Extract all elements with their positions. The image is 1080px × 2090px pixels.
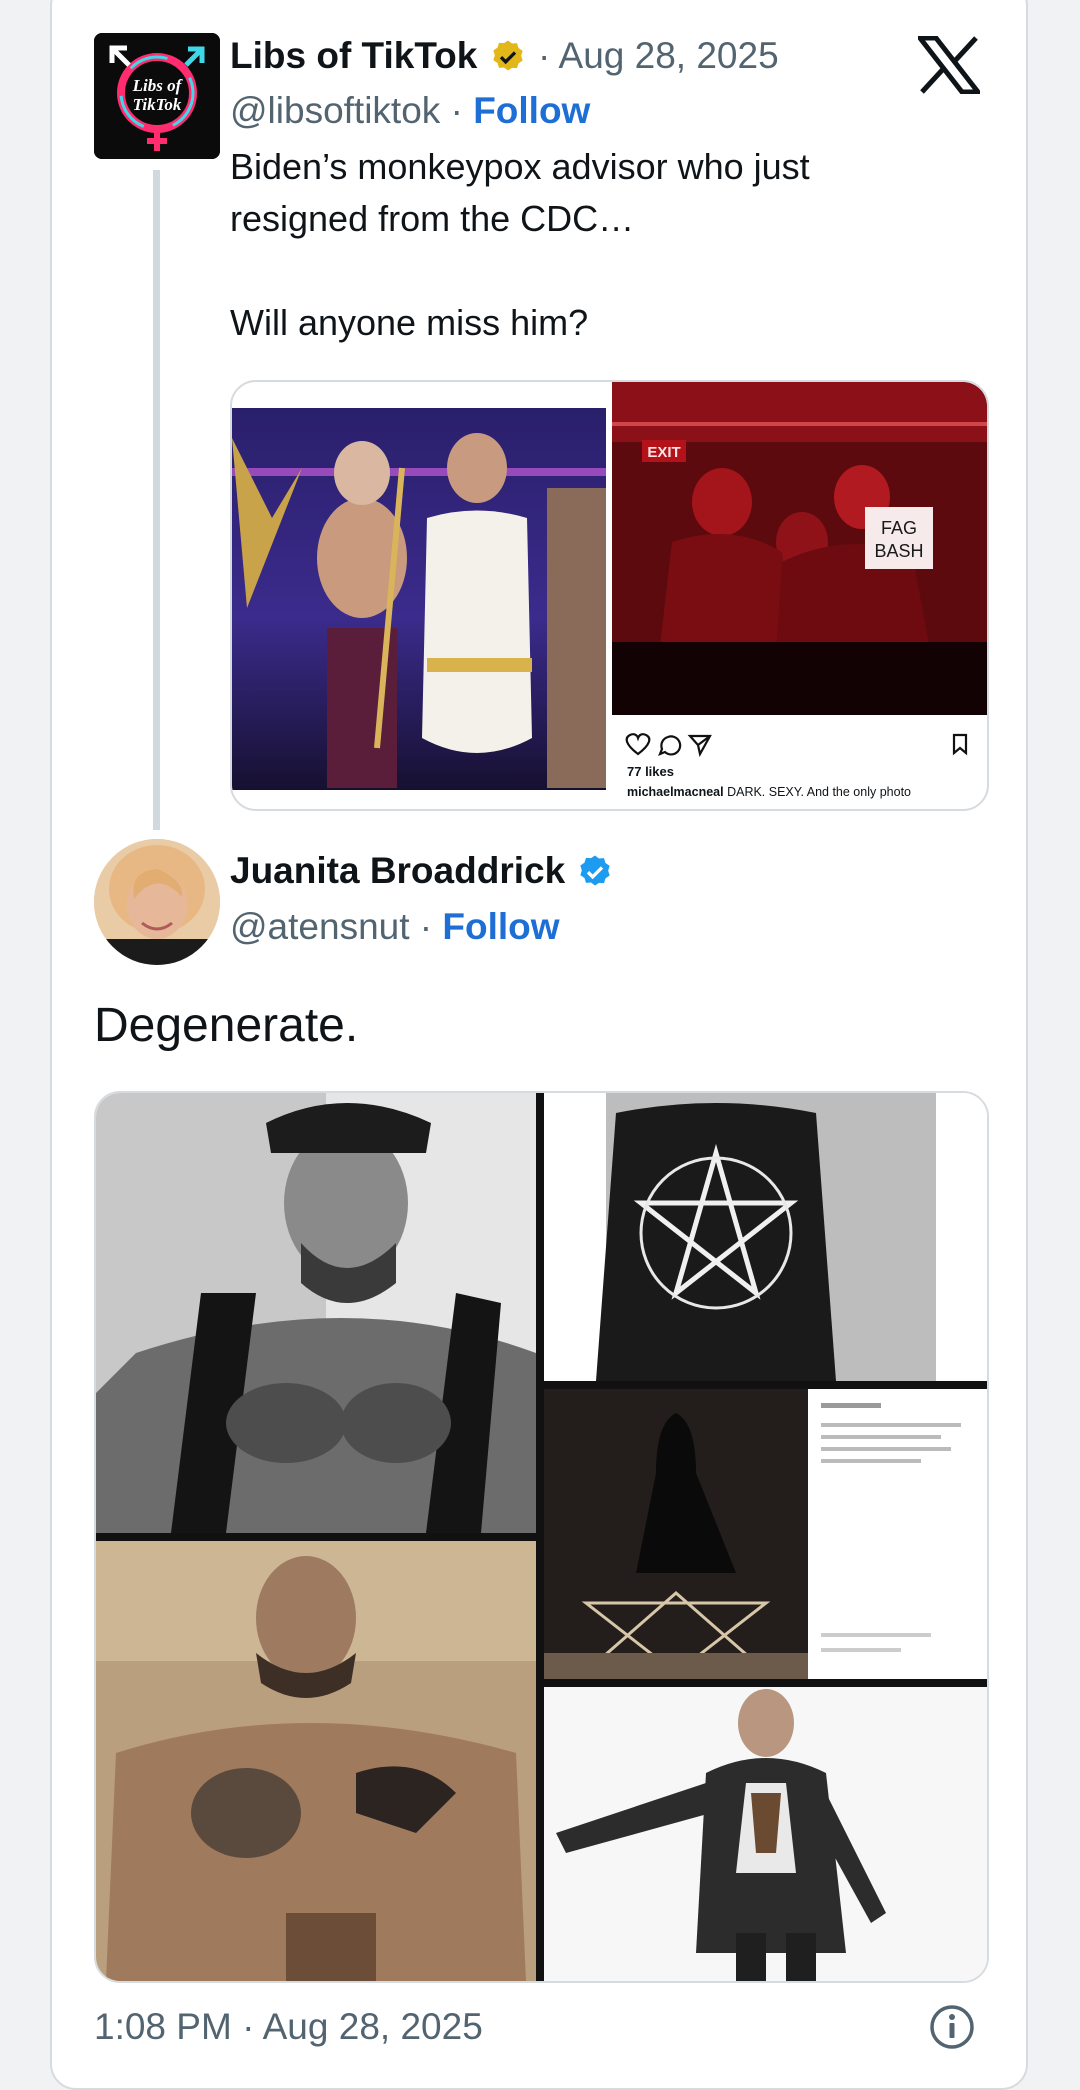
reply-tweet-header: Juanita Broaddrick [230,850,615,893]
info-icon[interactable] [929,2004,975,2050]
reply-follow-separator: · [419,906,433,947]
verified-gold-badge-icon [492,40,523,71]
reply-tweet-subheader: @atensnut · Follow [230,906,560,948]
post-caption: michaelmacneal DARK. SEXY. And the only … [627,785,911,799]
comment-icon [658,735,682,756]
reply-author-name[interactable]: Juanita Broaddrick [230,850,565,891]
post-date[interactable]: Aug 28, 2025 [559,35,779,76]
follow-separator: · [450,90,463,131]
thread-connector-line [153,170,160,830]
reply-follow-button[interactable]: Follow [442,906,559,947]
collage-photo-top-left [96,1093,536,1533]
red-club-photo: EXIT FAG BASH [612,382,987,715]
follow-button[interactable]: Follow [473,90,590,131]
profile-photo [94,839,220,965]
bookmark-icon [952,733,968,756]
quoted-tweet-subheader: @libsoftiktok · Follow [230,90,590,132]
exit-sign: EXIT [647,444,680,461]
quoted-tweet-text: Biden’s monkeypox advisor who just resig… [230,146,810,343]
reply-author-handle[interactable]: @atensnut [230,906,410,947]
quoted-tweet-media[interactable]: EXIT FAG BASH 77 likes michaelmacneal DA… [230,380,989,811]
collage-photo-bottom-right [544,1687,987,1981]
avatar-text-line1: Libs of [132,76,184,95]
quoted-tweet-header: Libs of TikTok · Aug 28, 2025 [230,35,779,78]
caption-user: michaelmacneal [627,785,724,799]
collage-screenshot-middle-right [808,1389,987,1679]
share-icon [687,734,712,758]
collage-photo-bottom-left [96,1541,536,1981]
likes-count: 77 likes [627,764,674,779]
juanita-broaddrick-avatar[interactable] [94,839,220,965]
tweet-timestamp[interactable]: 1:08 PM · Aug 28, 2025 [94,2006,483,2048]
author-name[interactable]: Libs of TikTok [230,35,477,76]
reply-tweet-text: Degenerate. [94,999,359,1052]
reply-tweet-media-collage[interactable] [94,1091,989,1983]
libsoftiktok-avatar[interactable]: Libs of TikTok [94,33,220,159]
x-logo-icon[interactable] [918,36,980,94]
collage-photo-top-right [544,1093,987,1381]
date-separator: · [537,35,551,76]
avatar-text-line2: TikTok [133,95,182,114]
heart-icon [625,733,651,756]
photo-collage [96,1093,987,1981]
collage-photo-middle-left [544,1389,808,1679]
party-costume-photo [232,408,606,790]
libsoftiktok-logo-icon: Libs of TikTok [94,33,220,159]
author-handle[interactable]: @libsoftiktok [230,90,440,131]
sign-text-line2: BASH [874,541,923,561]
caption-text: DARK. SEXY. And the only photo [727,785,911,799]
instagram-action-bar [625,733,968,758]
sign-text-line1: FAG [881,518,917,538]
verified-blue-badge-icon [580,855,611,886]
